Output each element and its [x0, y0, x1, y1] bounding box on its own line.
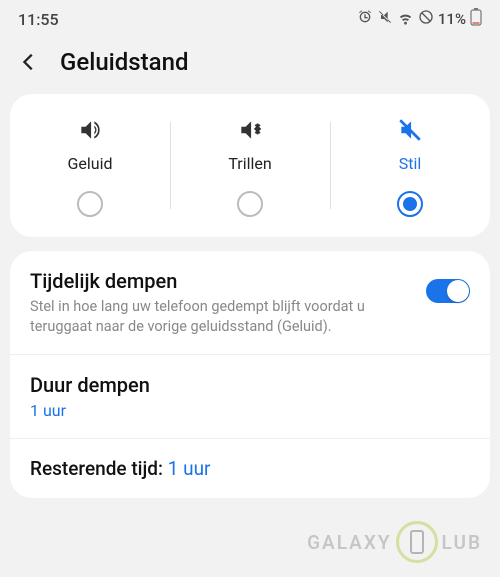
page-header: Geluidstand — [0, 34, 500, 94]
remaining-label: Resterende tijd: — [30, 457, 163, 480]
sound-mode-row: Geluid Trillen Stil — [10, 94, 490, 237]
mute-duration-value: 1 uur — [30, 401, 470, 420]
sound-mode-card: Geluid Trillen Stil — [10, 94, 490, 237]
remaining-value: 1 uur — [168, 457, 211, 480]
mute-icon — [397, 116, 423, 144]
temp-mute-toggle[interactable] — [426, 279, 470, 303]
alarm-icon — [357, 9, 373, 29]
status-bar: 11:55 11% — [0, 0, 500, 34]
mute-duration-setting[interactable]: Duur dempen 1 uur — [10, 355, 490, 439]
mode-mute[interactable]: Stil — [330, 116, 490, 217]
battery-icon — [470, 8, 482, 30]
temp-mute-card: Tijdelijk dempen Stel in hoe lang uw tel… — [10, 251, 490, 498]
watermark-left: GALAXY — [307, 531, 391, 554]
battery-percent: 11% — [438, 10, 466, 28]
mute-icon — [377, 9, 393, 29]
mode-sound[interactable]: Geluid — [10, 116, 170, 217]
radio-sound[interactable] — [77, 191, 103, 217]
status-time: 11:55 — [18, 10, 59, 29]
temp-mute-title: Tijdelijk dempen — [30, 269, 470, 293]
radio-vibrate[interactable] — [237, 191, 263, 217]
watermark: GALAXY LUB — [307, 521, 482, 563]
wifi-icon — [397, 9, 414, 30]
no-signal-icon — [418, 9, 434, 29]
temp-mute-setting[interactable]: Tijdelijk dempen Stel in hoe lang uw tel… — [10, 251, 490, 355]
mode-vibrate[interactable]: Trillen — [170, 116, 330, 217]
back-button[interactable] — [18, 51, 40, 73]
mode-label: Trillen — [228, 154, 271, 173]
vibrate-mute-icon — [237, 116, 263, 144]
mode-label: Stil — [399, 154, 422, 173]
watermark-right: LUB — [442, 531, 482, 554]
mode-label: Geluid — [67, 154, 112, 173]
temp-mute-subtitle: Stel in hoe lang uw telefoon gedempt bli… — [30, 297, 470, 336]
toggle-knob — [447, 280, 469, 302]
volume-icon — [77, 116, 103, 144]
watermark-logo-icon — [396, 521, 438, 563]
mute-duration-title: Duur dempen — [30, 373, 470, 397]
radio-mute[interactable] — [397, 191, 423, 217]
page-title: Geluidstand — [60, 48, 188, 76]
remaining-time-row: Resterende tijd: 1 uur — [10, 439, 490, 498]
status-indicators: 11% — [357, 8, 482, 30]
